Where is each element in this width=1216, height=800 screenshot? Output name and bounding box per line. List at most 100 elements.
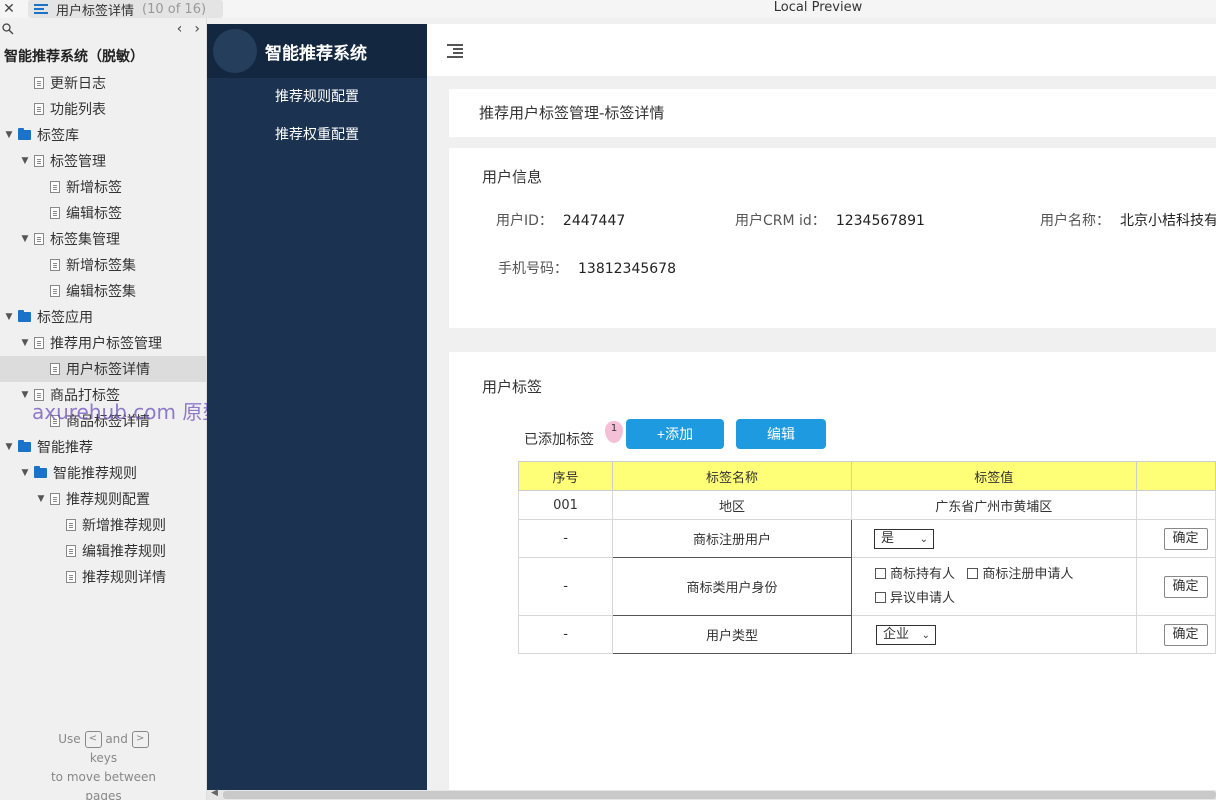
scrollbar-thumb[interactable] (223, 791, 1216, 799)
nav-item[interactable]: 功能列表 (0, 96, 206, 122)
user-tags-title: 用户标签 (482, 378, 543, 396)
search-icon[interactable] (2, 23, 14, 35)
nav-item[interactable]: 新增推荐规则 (0, 512, 206, 538)
nav-item-label: 用户标签详情 (66, 362, 150, 378)
nav-item[interactable]: 用户标签详情 (0, 356, 206, 382)
nav-item-label: 推荐规则详情 (82, 570, 166, 586)
added-tags-label: 已添加标签 (524, 432, 594, 448)
table-row: - 商标类用户身份 商标持有人 商标注册申请人 异议申请人 确定 (517, 557, 1216, 616)
nav-item-label: 推荐用户标签管理 (50, 336, 162, 352)
confirm-button[interactable]: 确定 (1163, 527, 1208, 550)
nav-item[interactable]: 商品标签详情 (0, 408, 206, 434)
menu-item-rule-config[interactable]: 推荐规则配置 (207, 78, 427, 116)
nav-item[interactable]: 更新日志 (0, 70, 206, 96)
menu-item-weight-config[interactable]: 推荐权重配置 (207, 116, 427, 154)
nav-item[interactable]: ▼ 标签库 (0, 122, 206, 148)
user-id-field: 用户ID： 2447447 (496, 213, 626, 229)
page-icon (66, 571, 76, 583)
edit-tags-button[interactable]: 编辑 (736, 419, 826, 449)
page-icon (50, 285, 60, 297)
nav-item[interactable]: ▼ 标签管理 (0, 148, 206, 174)
horizontal-scrollbar[interactable]: ◀ (207, 788, 1216, 800)
folder-icon (18, 440, 31, 452)
nav-item-label: 标签集管理 (50, 232, 120, 248)
page-icon (34, 233, 44, 245)
page-icon (50, 259, 60, 271)
expand-triangle-icon[interactable]: ▼ (20, 468, 30, 478)
page-icon (50, 493, 60, 505)
nav-item-label: 智能推荐规则 (53, 466, 137, 482)
checkbox-objector[interactable]: 异议申请人 (874, 591, 955, 606)
nav-item-label: 更新日志 (50, 76, 106, 92)
col-tag-name: 标签名称 (612, 461, 852, 491)
nav-item[interactable]: 编辑推荐规则 (0, 538, 206, 564)
nav-item-label: 新增标签集 (66, 258, 136, 274)
checkbox-icon (874, 567, 886, 579)
page-icon (50, 181, 60, 193)
page-icon (50, 207, 60, 219)
trademark-registered-select[interactable]: 是 ⌄ (873, 528, 934, 549)
scroll-left-icon[interactable]: ◀ (211, 788, 218, 798)
nav-item-label: 标签应用 (37, 310, 93, 326)
user-type-select[interactable]: 企业 ⌄ (875, 624, 936, 645)
checkbox-applicant[interactable]: 商标注册申请人 (967, 567, 1073, 582)
confirm-button[interactable]: 确定 (1163, 623, 1208, 646)
nav-item[interactable]: ▼ 推荐规则配置 (0, 486, 206, 512)
preview-top-bar: ✕ 用户标签详情 (10 of 16) Local Preview (0, 0, 1216, 19)
expand-triangle-icon[interactable]: ▼ (4, 312, 14, 322)
menu-collapse-icon[interactable] (447, 43, 463, 58)
checkbox-icon (874, 591, 886, 603)
chevron-down-icon: ⌄ (921, 629, 930, 641)
confirm-button[interactable]: 确定 (1163, 575, 1208, 598)
col-action (1135, 461, 1216, 491)
nav-item[interactable]: ▼ 推荐用户标签管理 (0, 330, 206, 356)
nav-item[interactable]: ▼ 商品打标签 (0, 382, 206, 408)
expand-triangle-icon[interactable]: ▼ (4, 130, 14, 140)
nav-item[interactable]: 编辑标签 (0, 200, 206, 226)
nav-item-label: 编辑推荐规则 (82, 544, 166, 560)
logo-avatar (213, 29, 257, 73)
page-icon (34, 77, 44, 89)
main-content: 推荐用户标签管理-标签详情 用户信息 用户ID： 2447447 用户CRM id… (427, 24, 1216, 790)
nav-item[interactable]: 编辑标签集 (0, 278, 206, 304)
keyboard-hint: Use < and > keys to move between pages (50, 731, 157, 800)
nav-item-label: 商品打标签 (50, 388, 120, 404)
phone-field: 手机号码： 13812345678 (498, 261, 676, 277)
user-name-field: 用户名称： 北京小桔科技有 (1040, 213, 1216, 229)
nav-item[interactable]: 推荐规则详情 (0, 564, 206, 590)
expand-triangle-icon[interactable]: ▼ (4, 442, 14, 452)
col-index: 序号 (517, 461, 614, 491)
expand-triangle-icon[interactable]: ▼ (20, 338, 30, 348)
previous-page-icon[interactable]: ‹ (177, 21, 183, 37)
nav-item-label: 新增推荐规则 (82, 518, 166, 534)
checkbox-holder[interactable]: 商标持有人 (874, 567, 955, 582)
page-icon (50, 363, 60, 375)
expand-triangle-icon[interactable]: ▼ (20, 234, 30, 244)
page-icon (66, 519, 76, 531)
nav-item-label: 标签库 (37, 128, 79, 144)
checkbox-icon (967, 567, 979, 579)
table-row: 001 地区 广东省广州市黄埔区 (517, 490, 1216, 520)
prototype-page-tree: ‹ › 智能推荐系统（脱敏） 更新日志 功能列表 ▼ 标签库 ▼ 标签管理 新增标签 编辑标签… (0, 18, 282, 800)
nav-item-label: 商品标签详情 (66, 414, 150, 430)
nav-item-label: 标签管理 (50, 154, 106, 170)
expand-triangle-icon[interactable]: ▼ (36, 494, 46, 504)
user-info-card: 用户信息 用户ID： 2447447 用户CRM id： 1234567891 用户… (449, 148, 1216, 328)
expand-triangle-icon[interactable]: ▼ (20, 390, 30, 400)
page-icon (34, 337, 44, 349)
table-row: - 商标注册用户 是 ⌄ 确定 (517, 519, 1216, 558)
brand-bar: 智能推荐系统 (207, 24, 427, 78)
add-tag-button[interactable]: +添加 (626, 419, 724, 449)
nav-item[interactable]: ▼ 标签集管理 (0, 226, 206, 252)
nav-item[interactable]: 新增标签集 (0, 252, 206, 278)
next-page-icon[interactable]: › (194, 21, 200, 37)
nav-item-label: 新增标签 (66, 180, 122, 196)
expand-triangle-icon[interactable]: ▼ (20, 156, 30, 166)
nav-item[interactable]: ▼ 智能推荐 (0, 434, 206, 460)
page-icon (34, 103, 44, 115)
nav-item[interactable]: ▼ 标签应用 (0, 304, 206, 330)
nav-item[interactable]: 新增标签 (0, 174, 206, 200)
nav-item[interactable]: ▼ 智能推荐规则 (0, 460, 206, 486)
page-icon (34, 155, 44, 167)
folder-icon (18, 128, 31, 140)
